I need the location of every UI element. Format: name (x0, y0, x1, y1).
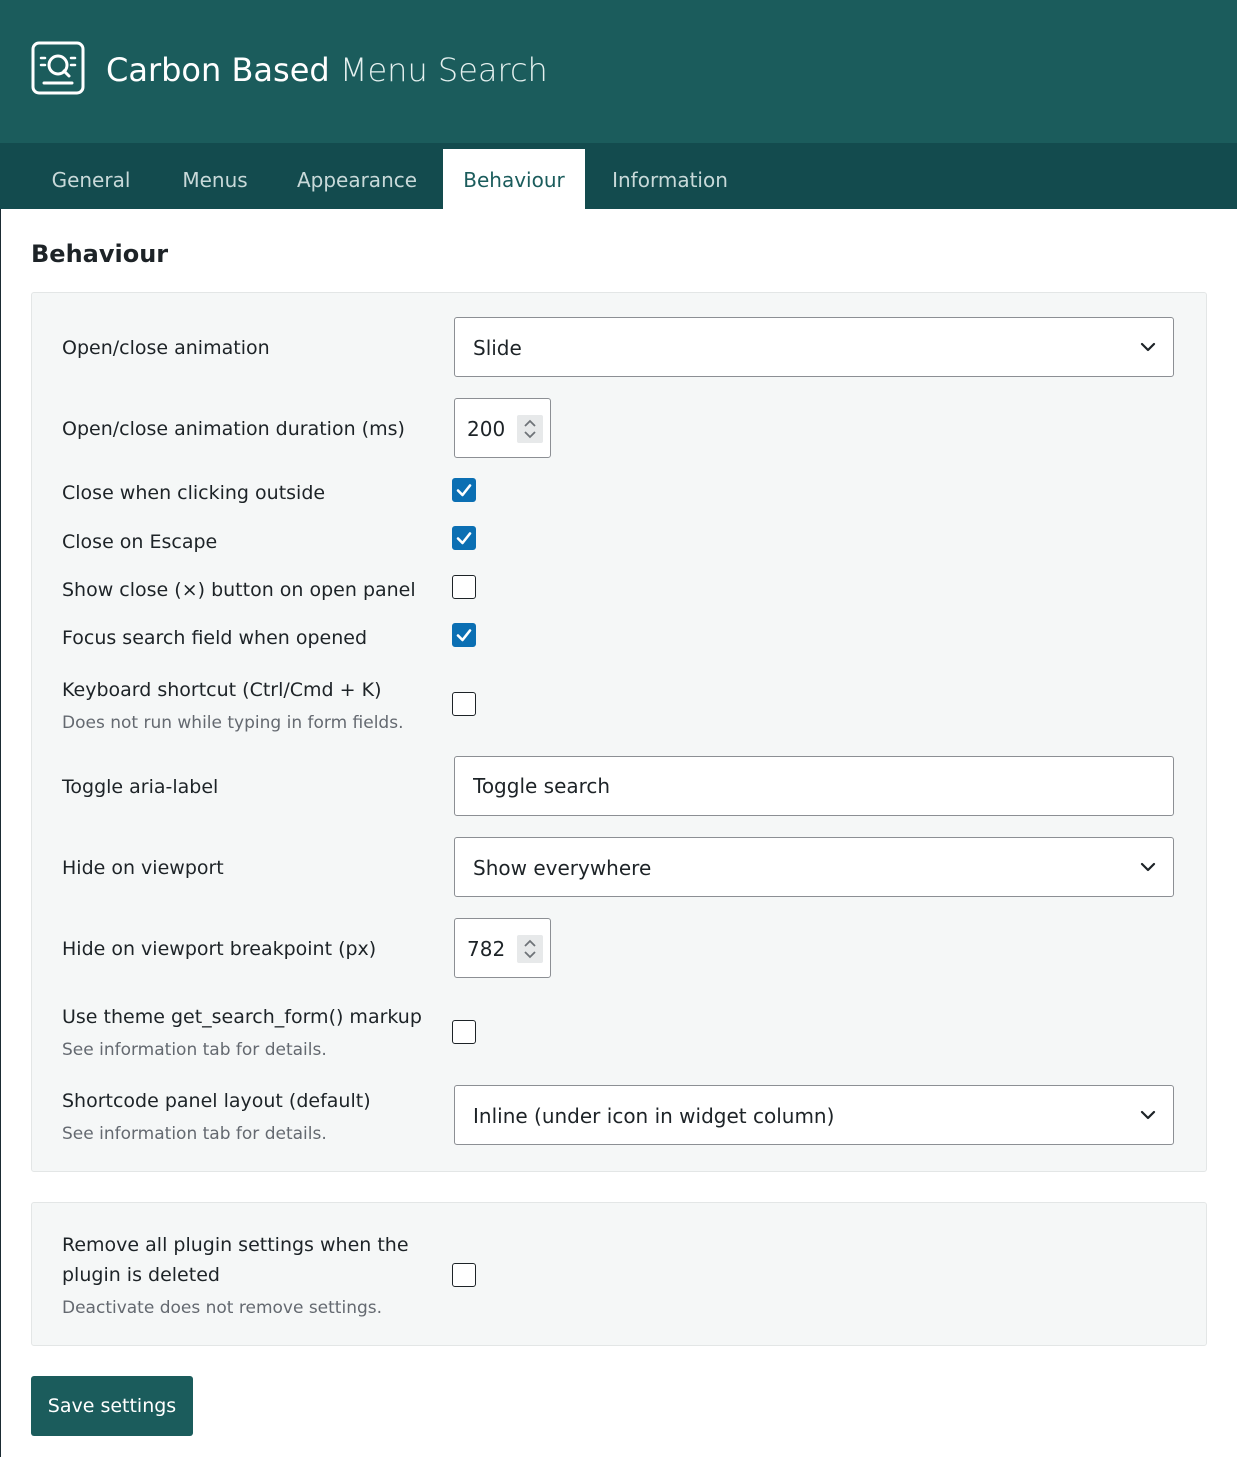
close-outside-checkbox[interactable] (452, 478, 476, 502)
checkmark-icon (456, 484, 472, 497)
search-panel-icon (31, 41, 85, 95)
spinner-arrows-icon[interactable] (517, 415, 543, 443)
tab-appearance[interactable]: Appearance (280, 149, 434, 209)
shortcode-layout-label: Shortcode panel layout (default) (62, 1090, 371, 1112)
keyboard-shortcut-label: Keyboard shortcut (Ctrl/Cmd + K) (62, 679, 382, 701)
shortcode-layout-select[interactable]: Inline (under icon in widget column) (454, 1085, 1174, 1145)
hide-breakpoint-label: Hide on viewport breakpoint (px) (62, 938, 377, 960)
checkmark-icon (456, 532, 472, 545)
show-close-button-label: Show close (×) button on open panel (62, 579, 416, 601)
chevron-down-icon (1140, 862, 1156, 872)
hide-viewport-select-value: Show everywhere (473, 856, 652, 880)
toggle-aria-label-input[interactable] (454, 756, 1174, 816)
app-header: Carbon Based Menu Search (0, 0, 1237, 143)
tab-information[interactable]: Information (596, 149, 744, 209)
close-escape-label: Close on Escape (62, 531, 218, 553)
tab-general[interactable]: General (31, 149, 151, 209)
duration-label: Open/close animation duration (ms) (62, 418, 405, 440)
shortcode-layout-description: See information tab for details. (62, 1124, 327, 1144)
remove-settings-description: Deactivate does not remove settings. (62, 1298, 383, 1318)
app-title-light: Menu Search (339, 51, 548, 89)
hide-viewport-label: Hide on viewport (62, 857, 224, 879)
keyboard-shortcut-checkbox[interactable] (452, 692, 476, 716)
window-edge (0, 0, 1, 1457)
chevron-down-icon (1140, 342, 1156, 352)
close-escape-checkbox[interactable] (452, 526, 476, 550)
save-settings-button[interactable]: Save settings (31, 1376, 193, 1436)
hide-breakpoint-input[interactable]: 782 (454, 918, 551, 978)
focus-search-label: Focus search field when opened (62, 627, 368, 649)
focus-search-checkbox[interactable] (452, 623, 476, 647)
tab-menus[interactable]: Menus (160, 149, 270, 209)
remove-settings-label-line2: plugin is deleted (62, 1264, 220, 1286)
close-outside-label: Close when clicking outside (62, 482, 326, 504)
hide-viewport-select[interactable]: Show everywhere (454, 837, 1174, 897)
theme-search-form-checkbox[interactable] (452, 1020, 476, 1044)
keyboard-shortcut-description: Does not run while typing in form fields… (62, 713, 404, 733)
show-close-button-checkbox[interactable] (452, 575, 476, 599)
settings-tabs: General Menus Appearance Behaviour Infor… (0, 143, 1237, 209)
chevron-down-icon (1140, 1110, 1156, 1120)
remove-settings-label-line1: Remove all plugin settings when the (62, 1234, 409, 1256)
checkmark-icon (456, 629, 472, 642)
duration-input[interactable]: 200 (454, 398, 551, 458)
tab-behaviour[interactable]: Behaviour (443, 149, 585, 209)
animation-label: Open/close animation (62, 337, 270, 359)
page-title: Behaviour (31, 240, 169, 268)
app-title-bold: Carbon Based (106, 51, 330, 89)
spinner-arrows-icon[interactable] (517, 935, 543, 963)
remove-settings-checkbox[interactable] (452, 1263, 476, 1287)
theme-search-form-description: See information tab for details. (62, 1040, 327, 1060)
animation-select-value: Slide (473, 336, 522, 360)
shortcode-layout-select-value: Inline (under icon in widget column) (473, 1104, 835, 1128)
animation-select[interactable]: Slide (454, 317, 1174, 377)
hide-breakpoint-value: 782 (467, 937, 506, 961)
duration-value: 200 (467, 417, 506, 441)
toggle-aria-label-label: Toggle aria-label (62, 776, 219, 798)
theme-search-form-label: Use theme get_search_form() markup (62, 1006, 422, 1028)
app-title: Carbon Based Menu Search (106, 48, 548, 92)
